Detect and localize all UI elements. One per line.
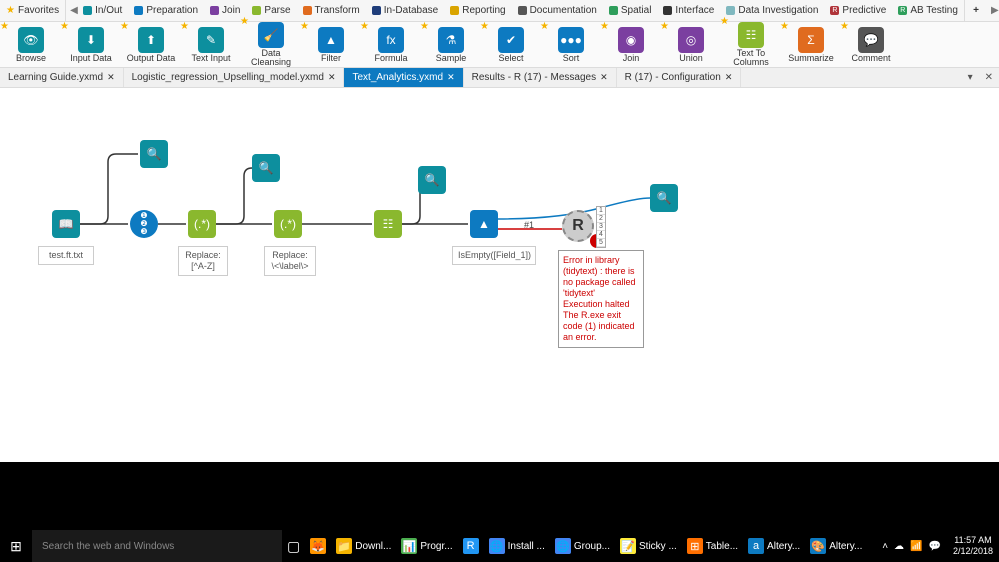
tool-sort[interactable]: ★●●●Sort (544, 27, 598, 63)
close-all-icon[interactable]: ✕ (979, 72, 999, 83)
tray-action-center-icon[interactable]: 💬 (929, 541, 941, 552)
browse-node[interactable]: 🔍 (252, 154, 280, 182)
tool-datacleansing[interactable]: ★🧹Data Cleansing (244, 22, 298, 67)
node-label: Replace: [^A-Z] (178, 246, 228, 276)
search-input[interactable]: Search the web and Windows (32, 530, 282, 562)
category-datainvestigation[interactable]: Data Investigation (721, 5, 823, 16)
start-button[interactable]: ⊞ (0, 530, 32, 562)
record-id-node[interactable]: ❶❷❸ (130, 210, 158, 238)
windows-taskbar: ⊞ Search the web and Windows ▢ 🦊📁Downl..… (0, 530, 999, 562)
doc-tab[interactable]: Results - R (17) - Messages✕ (464, 68, 617, 87)
doc-tab[interactable]: Logistic_regression_Upselling_model.yxmd… (124, 68, 345, 87)
favorites-tab[interactable]: ★Favorites (0, 0, 66, 21)
tray-wifi-icon[interactable]: 📶 (910, 541, 922, 552)
regex-node-1[interactable]: (.*) (188, 210, 216, 238)
taskbar-clock[interactable]: 11:57 AM 2/12/2018 (947, 535, 999, 557)
tool-outputdata[interactable]: ★⬆Output Data (124, 27, 178, 63)
doc-tab[interactable]: Learning Guide.yxmd✕ (0, 68, 124, 87)
r-tool-node[interactable]: R (562, 210, 594, 242)
tool-sample[interactable]: ★⚗Sample (424, 27, 478, 63)
browse-node[interactable]: 🔍 (140, 140, 168, 168)
taskbar-app[interactable]: 📁Downl... (331, 530, 396, 562)
tool-texttocolumns[interactable]: ★☷Text To Columns (724, 22, 778, 67)
system-tray[interactable]: ˄ ☁ 📶 💬 (876, 541, 947, 552)
category-parse[interactable]: Parse (247, 5, 295, 16)
taskbar-app[interactable]: aAltery... (743, 530, 805, 562)
category-interface[interactable]: Interface (658, 5, 719, 16)
node-label: test.ft.txt (38, 246, 94, 265)
category-indatabase[interactable]: In-Database (367, 5, 443, 16)
close-icon[interactable]: ✕ (725, 72, 733, 83)
input-data-node[interactable]: 📖 (52, 210, 80, 238)
regex-node-2[interactable]: (.*) (274, 210, 302, 238)
tool-union[interactable]: ★◎Union (664, 27, 718, 63)
category-predictive[interactable]: RPredictive (825, 5, 891, 16)
taskbar-app[interactable]: 📊Progr... (396, 530, 457, 562)
close-icon[interactable]: ✕ (328, 72, 336, 83)
category-abtesting[interactable]: RAB Testing (893, 5, 963, 16)
tool-summarize[interactable]: ★ΣSummarize (784, 27, 838, 63)
taskbar-app[interactable]: 🌐Install ... (484, 530, 550, 562)
taskbar-app[interactable]: 📝Sticky ... (615, 530, 682, 562)
document-tab-bar: Learning Guide.yxmd✕Logistic_regression_… (0, 68, 999, 88)
close-icon[interactable]: ✕ (447, 72, 455, 83)
node-label: Replace: \<\label\> (264, 246, 316, 276)
taskbar-app[interactable]: 🦊 (305, 530, 331, 562)
category-inout[interactable]: In/Out (78, 5, 127, 16)
tab-dropdown-icon[interactable]: ▾ (962, 72, 979, 83)
tool-browse[interactable]: ★👁Browse (4, 27, 58, 63)
ribbon-category-bar: ★Favorites ◀ In/OutPreparationJoinParseT… (0, 0, 999, 22)
tool-comment[interactable]: ★💬Comment (844, 27, 898, 63)
nav-right-icon[interactable]: ▶ (987, 5, 999, 16)
workflow-canvas[interactable]: 📖 test.ft.txt 🔍 ❶❷❸ (.*) Replace: [^A-Z]… (0, 88, 999, 462)
taskbar-app[interactable]: ⊞Table... (682, 530, 743, 562)
filter-node[interactable]: ▲ (470, 210, 498, 238)
close-icon[interactable]: ✕ (107, 72, 115, 83)
tool-inputdata[interactable]: ★⬇Input Data (64, 27, 118, 63)
tray-cloud-icon[interactable]: ☁ (894, 541, 904, 552)
nav-left-icon[interactable]: ◀ (66, 5, 78, 16)
text-to-columns-node[interactable]: ☷ (374, 210, 402, 238)
tool-palette: ★👁Browse★⬇Input Data★⬆Output Data★✎Text … (0, 22, 999, 68)
tool-formula[interactable]: ★fxFormula (364, 27, 418, 63)
category-preparation[interactable]: Preparation (129, 5, 203, 16)
category-reporting[interactable]: Reporting (445, 5, 510, 16)
browse-node[interactable]: 🔍 (418, 166, 446, 194)
taskbar-app[interactable]: R (458, 530, 484, 562)
category-spatial[interactable]: Spatial (604, 5, 657, 16)
doc-tab[interactable]: Text_Analytics.yxmd✕ (344, 68, 463, 87)
tool-textinput[interactable]: ★✎Text Input (184, 27, 238, 63)
node-label: IsEmpty([Field_1]) (452, 246, 536, 265)
doc-tab[interactable]: R (17) - Configuration✕ (617, 68, 742, 87)
category-transform[interactable]: Transform (298, 5, 365, 16)
taskbar-app[interactable]: 🎨Altery... (805, 530, 867, 562)
tray-chevron-icon[interactable]: ˄ (882, 541, 888, 552)
category-documentation[interactable]: Documentation (513, 5, 602, 16)
task-view-button[interactable]: ▢ (282, 530, 305, 562)
tool-select[interactable]: ★✔Select (484, 27, 538, 63)
tool-filter[interactable]: ★▲Filter (304, 27, 358, 63)
close-icon[interactable]: ✕ (600, 72, 608, 83)
letterbox-gap (0, 462, 999, 530)
connection-label: #1 (524, 220, 534, 230)
error-message-box: Error in library (tidytext) : there is n… (558, 250, 644, 348)
tool-join[interactable]: ★◉Join (604, 27, 658, 63)
category-join[interactable]: Join (205, 5, 245, 16)
browse-node[interactable]: 🔍 (650, 184, 678, 212)
add-category-button[interactable]: + (964, 0, 987, 21)
r-output-ports: 12345 (596, 206, 606, 248)
taskbar-app[interactable]: 🌐Group... (550, 530, 615, 562)
